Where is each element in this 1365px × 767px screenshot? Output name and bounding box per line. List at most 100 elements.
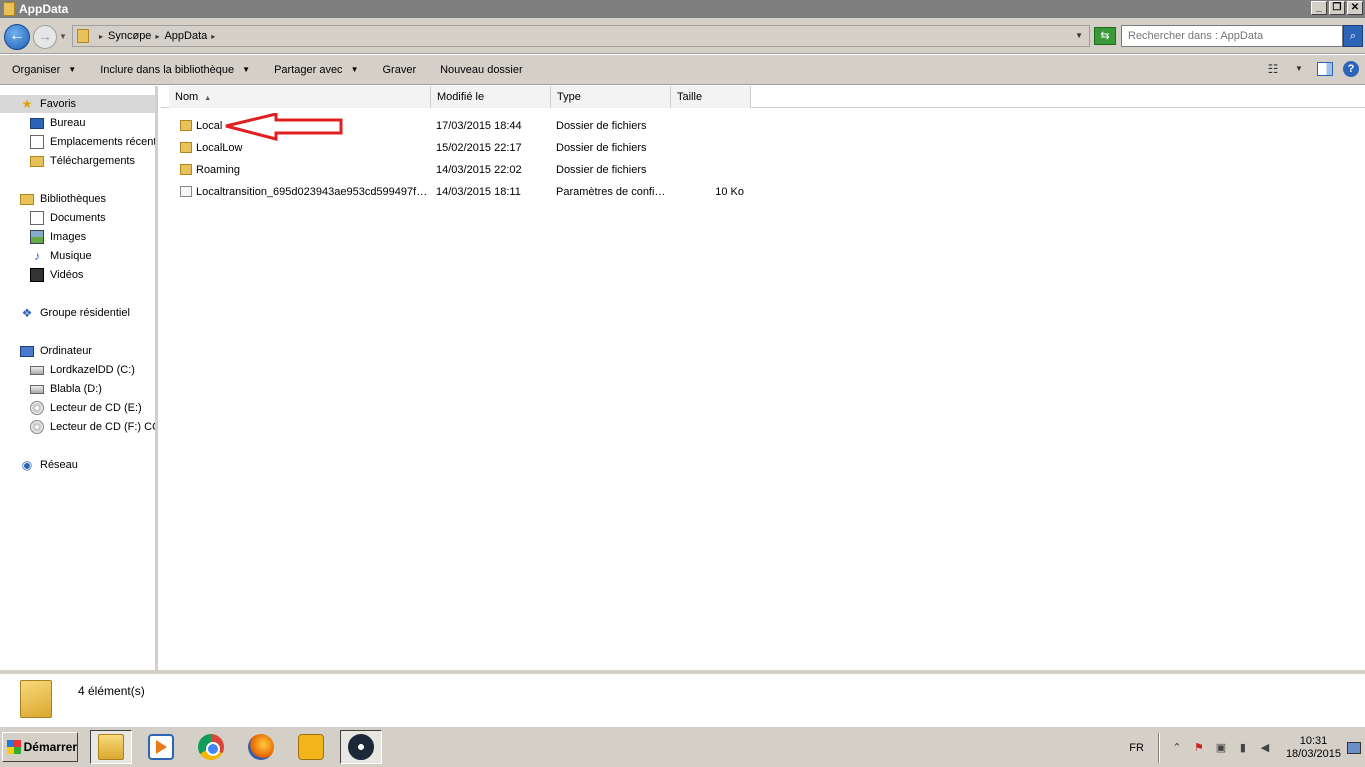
column-header-modified[interactable]: Modifié le <box>431 86 551 108</box>
history-dropdown-icon[interactable]: ▼ <box>58 32 68 42</box>
nav-item-drive-f[interactable]: Lecteur de CD (F:) CO <box>30 418 158 436</box>
taskbar-chrome[interactable] <box>190 730 232 764</box>
chevron-down-icon: ▼ <box>68 65 77 74</box>
column-label: Modifié le <box>437 91 485 103</box>
document-icon <box>30 211 44 225</box>
new-folder-button[interactable]: Nouveau dossier <box>428 64 535 76</box>
film-icon <box>30 268 44 282</box>
column-header-type[interactable]: Type <box>551 86 671 108</box>
command-bar: Organiser ▼ Inclure dans la bibliothèque… <box>0 55 1365 85</box>
view-options-icon[interactable]: ☷ <box>1265 61 1281 77</box>
nav-label: Lecteur de CD (E:) <box>50 402 142 414</box>
taskbar-steam[interactable] <box>340 730 382 764</box>
clock-date: 18/03/2015 <box>1285 748 1341 760</box>
usb-device-icon[interactable]: ▣ <box>1214 741 1228 755</box>
network-signal-icon[interactable]: ▮ <box>1236 741 1250 755</box>
chevron-right-icon[interactable]: ▸ <box>99 32 103 41</box>
nav-item-drive-c[interactable]: LordkazelDD (C:) <box>30 361 135 379</box>
nav-item-desktop[interactable]: Bureau <box>30 114 85 132</box>
organize-menu[interactable]: Organiser ▼ <box>0 64 88 76</box>
preview-pane-icon[interactable] <box>1317 62 1333 76</box>
breadcrumb-user[interactable]: Syncøpe <box>108 30 151 42</box>
search-input[interactable] <box>1121 25 1343 47</box>
minimize-button[interactable]: _ <box>1311 1 1327 15</box>
nav-item-music[interactable]: ♪ Musique <box>30 247 92 265</box>
nav-item-images[interactable]: Images <box>30 228 86 246</box>
new-folder-label: Nouveau dossier <box>440 63 523 76</box>
file-row-localtransition[interactable]: Localtransition_695d023943ae953cd599497f… <box>161 182 761 202</box>
volume-icon[interactable]: ◀ <box>1258 741 1272 755</box>
file-modified: 14/03/2015 18:11 <box>436 186 521 198</box>
folder-icon <box>3 2 15 16</box>
nav-item-favorites[interactable]: ★ Favoris <box>0 95 155 113</box>
show-desktop-icon[interactable] <box>1347 742 1361 754</box>
file-list: Nom ▲ Modifié le Type Taille Local 17/03/… <box>161 86 1365 670</box>
column-label: Taille <box>677 91 703 103</box>
forward-button[interactable]: → <box>33 25 57 49</box>
nav-label: Images <box>50 231 87 243</box>
annotation-arrow-shape <box>225 113 343 141</box>
include-label: Inclure dans la bibliothèque <box>100 63 235 76</box>
language-indicator[interactable]: FR <box>1129 742 1144 754</box>
restore-button[interactable]: ❐ <box>1329 1 1345 15</box>
nav-item-libraries[interactable]: Bibliothèques <box>20 190 106 208</box>
taskbar-explorer[interactable] <box>90 730 132 764</box>
nav-item-drive-d[interactable]: Blabla (D:) <box>30 380 102 398</box>
image-icon <box>30 230 44 244</box>
column-label: Nom <box>175 91 199 103</box>
nav-label: Ordinateur <box>40 345 92 357</box>
file-modified: 15/02/2015 22:17 <box>436 142 522 154</box>
show-hidden-icons-icon[interactable]: ⌃ <box>1170 741 1184 755</box>
taskbar-media-player[interactable] <box>140 730 182 764</box>
burn-label: Graver <box>382 63 417 76</box>
address-bar[interactable]: ▸ Syncøpe ▸ AppData ▸ ▼ <box>72 25 1090 47</box>
nav-item-documents[interactable]: Documents <box>30 209 106 227</box>
file-type: Paramètres de confi… <box>556 186 666 198</box>
chevron-down-icon: ▼ <box>242 65 251 74</box>
refresh-button[interactable]: ⇆ <box>1094 27 1116 45</box>
taskbar-firefox[interactable] <box>240 730 282 764</box>
nav-label: Lecteur de CD (F:) CO <box>50 421 158 433</box>
chevron-right-icon[interactable]: ▸ <box>211 32 215 41</box>
tray-divider <box>1157 733 1160 763</box>
nav-item-downloads[interactable]: Téléchargements <box>30 152 135 170</box>
music-note-icon: ♪ <box>34 249 40 263</box>
share-with-menu[interactable]: Partager avec ▼ <box>262 64 370 76</box>
breadcrumb-appdata[interactable]: AppData <box>164 30 207 42</box>
libraries-icon <box>20 193 34 205</box>
folder-icon <box>20 680 52 718</box>
nav-item-homegroup[interactable]: ❖ Groupe résidentiel <box>20 304 130 322</box>
file-row-roaming[interactable]: Roaming 14/03/2015 22:02 Dossier de fich… <box>161 160 761 180</box>
nav-item-recent[interactable]: Emplacements récents <box>30 133 155 151</box>
file-type: Dossier de fichiers <box>556 142 647 154</box>
clock[interactable]: 10:31 18/03/2015 <box>1286 735 1341 761</box>
search-icon[interactable]: ⌕ <box>1343 25 1363 47</box>
column-header-name[interactable]: Nom ▲ <box>169 86 431 108</box>
chevron-down-icon[interactable]: ▼ <box>1291 61 1307 77</box>
share-label: Partager avec <box>274 63 343 76</box>
nav-label: Groupe résidentiel <box>40 307 130 319</box>
start-button[interactable]: Démarrer <box>2 732 78 762</box>
nav-item-videos[interactable]: Vidéos <box>30 266 83 284</box>
folder-icon <box>180 164 192 175</box>
column-header-size[interactable]: Taille <box>671 86 751 108</box>
clock-time: 10:31 <box>1299 735 1328 747</box>
taskbar-game-app[interactable] <box>290 730 332 764</box>
help-icon[interactable]: ? <box>1343 61 1359 77</box>
include-in-library-menu[interactable]: Inclure dans la bibliothèque ▼ <box>88 64 262 76</box>
system-tray: FR ⌃ ⚑ ▣ ▮ ◀ 10:31 18/03/2015 <box>1129 731 1365 765</box>
burn-button[interactable]: Graver <box>370 64 428 76</box>
nav-item-network[interactable]: ◉ Réseau <box>20 456 78 474</box>
close-button[interactable]: ✕ <box>1347 1 1363 15</box>
address-dropdown-icon[interactable]: ▼ <box>1075 31 1083 40</box>
back-button[interactable]: ← <box>4 24 30 50</box>
column-headers: Nom ▲ Modifié le Type Taille <box>161 86 1365 108</box>
chevron-down-icon: ▼ <box>350 65 359 74</box>
nav-item-drive-e[interactable]: Lecteur de CD (E:) <box>30 399 142 417</box>
file-modified: 14/03/2015 22:02 <box>436 164 522 176</box>
chevron-right-icon[interactable]: ▸ <box>155 32 159 41</box>
computer-icon <box>20 345 34 357</box>
nav-label: Vidéos <box>50 269 84 281</box>
action-center-flag-icon[interactable]: ⚑ <box>1192 741 1206 755</box>
nav-item-computer[interactable]: Ordinateur <box>20 342 92 360</box>
